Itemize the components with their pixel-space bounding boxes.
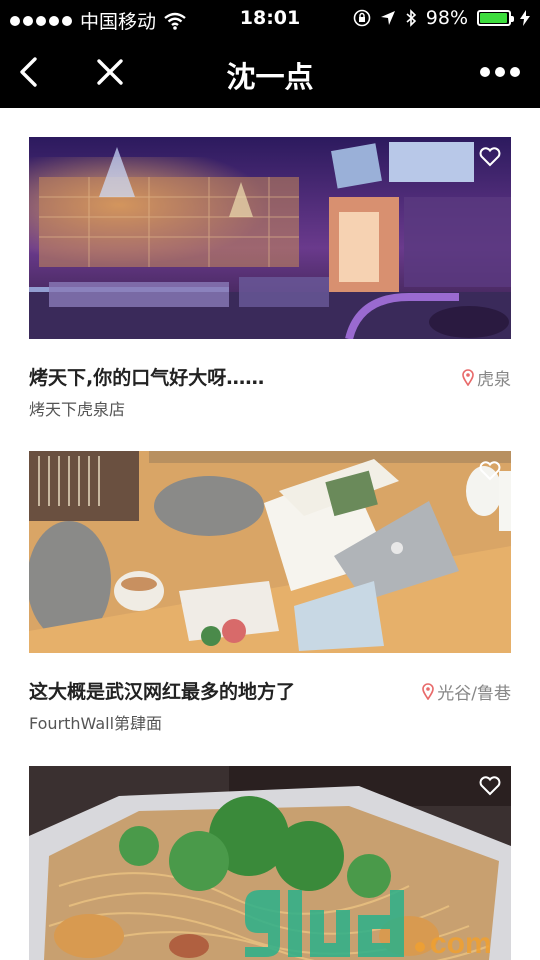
battery-percent: 98% xyxy=(425,7,468,29)
post-shop-name: 烤天下虎泉店 xyxy=(29,400,126,419)
post-card[interactable]: 这大概是武汉网红最多的地方了 光谷/鲁巷 FourthWall第肆面 xyxy=(29,451,511,733)
more-button[interactable] xyxy=(476,52,524,92)
post-shop-name: FourthWall第肆面 xyxy=(29,714,163,733)
svg-text:com: com xyxy=(430,927,492,960)
battery-icon xyxy=(477,10,514,26)
location-pin-icon xyxy=(462,369,474,386)
charging-bolt-icon xyxy=(520,10,530,26)
status-right: 98% xyxy=(353,7,530,29)
post-card[interactable]: 烤天下,你的口气好大呀…… 虎泉 烤天下虎泉店 xyxy=(29,137,511,419)
post-title[interactable]: 这大概是武汉网红最多的地方了 xyxy=(29,677,295,704)
cafe-desk-image xyxy=(29,451,511,653)
post-location: 光谷/鲁巷 xyxy=(422,679,511,704)
watermark-logo: com xyxy=(245,890,492,960)
status-bar: 中国移动 18:01 98% xyxy=(0,0,540,36)
post-photo[interactable] xyxy=(29,137,511,339)
page-title: 沈一点 xyxy=(226,60,314,94)
battery-fill xyxy=(480,13,508,23)
restaurant-interior-image xyxy=(29,137,511,339)
post-location-label: 虎泉 xyxy=(477,370,511,390)
post-title[interactable]: 烤天下,你的口气好大呀…… xyxy=(29,363,264,390)
bluetooth-icon xyxy=(406,9,416,27)
post-location: 虎泉 xyxy=(462,365,511,390)
location-pin-icon xyxy=(422,683,435,700)
heart-icon[interactable] xyxy=(479,147,501,167)
nav-bar: 沈一点 xyxy=(0,36,540,108)
location-arrow-icon xyxy=(380,11,395,25)
post-location-label: 光谷/鲁巷 xyxy=(437,684,511,704)
heart-icon[interactable] xyxy=(479,776,501,796)
more-icon xyxy=(480,67,520,77)
post-photo[interactable] xyxy=(29,451,511,653)
rotation-lock-icon xyxy=(353,9,371,27)
heart-icon[interactable] xyxy=(479,461,501,481)
